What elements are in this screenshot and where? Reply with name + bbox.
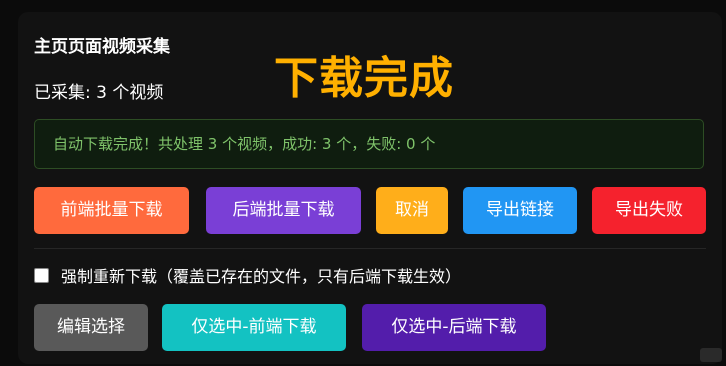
collected-count: 已采集: 3 个视频 [34, 83, 164, 103]
selected-frontend-download-button[interactable]: 仅选中-前端下载 [162, 304, 346, 351]
frontend-batch-download-button[interactable]: 前端批量下载 [34, 187, 189, 234]
backend-batch-download-button[interactable]: 后端批量下载 [206, 187, 361, 234]
cancel-button[interactable]: 取消 [376, 187, 448, 234]
force-redownload-checkbox[interactable] [34, 267, 49, 283]
download-complete-heading: 下载完成 [274, 53, 454, 104]
watermark [700, 348, 722, 362]
export-links-button[interactable]: 导出链接 [463, 187, 577, 234]
force-redownload-label: 强制重新下载（覆盖已存在的文件，只有后端下载生效） [61, 267, 462, 286]
force-redownload-option[interactable]: 强制重新下载（覆盖已存在的文件，只有后端下载生效） [34, 264, 461, 286]
panel-title: 主页页面视频采集 [34, 37, 170, 57]
success-alert: 自动下载完成！共处理 3 个视频，成功: 3 个，失败: 0 个 [34, 119, 704, 169]
video-collect-panel: 主页页面视频采集 下载完成 已采集: 3 个视频 自动下载完成！共处理 3 个视… [18, 12, 722, 364]
divider [34, 248, 706, 249]
page: 主页页面视频采集 下载完成 已采集: 3 个视频 自动下载完成！共处理 3 个视… [0, 0, 726, 366]
edit-selection-button[interactable]: 编辑选择 [34, 304, 148, 351]
export-failed-button[interactable]: 导出失败 [592, 187, 706, 234]
selected-backend-download-button[interactable]: 仅选中-后端下载 [362, 304, 546, 351]
